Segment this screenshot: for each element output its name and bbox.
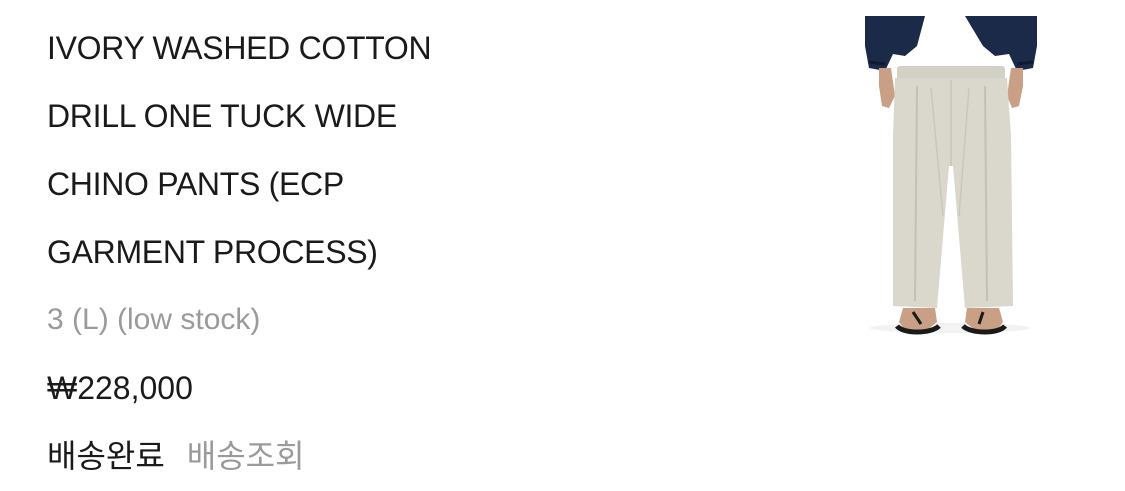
delivery-status-label: 배송완료: [47, 438, 165, 474]
product-title-line-4[interactable]: GARMENT PROCESS): [47, 218, 567, 286]
right-hand-shape: [1007, 68, 1023, 108]
left-hand-shape: [879, 68, 895, 108]
pants-shape: [893, 78, 1013, 308]
order-item-info: IVORY WASHED COTTON DRILL ONE TUCK WIDE …: [47, 14, 567, 490]
order-item: IVORY WASHED COTTON DRILL ONE TUCK WIDE …: [0, 0, 1125, 491]
product-option: 3 (L) (low stock): [47, 303, 261, 336]
product-title-line-3[interactable]: CHINO PANTS (ECP: [47, 150, 567, 218]
wide-chino-pants-photo-icon: [865, 16, 1037, 335]
track-delivery-link[interactable]: 배송조회: [187, 438, 305, 474]
delivery-status-row: 배송완료 배송조회: [47, 422, 567, 490]
product-title-line-1[interactable]: IVORY WASHED COTTON: [47, 14, 567, 82]
product-title-line-2[interactable]: DRILL ONE TUCK WIDE: [47, 82, 567, 150]
product-price: ₩228,000: [47, 370, 193, 406]
product-image[interactable]: [855, 16, 1045, 336]
